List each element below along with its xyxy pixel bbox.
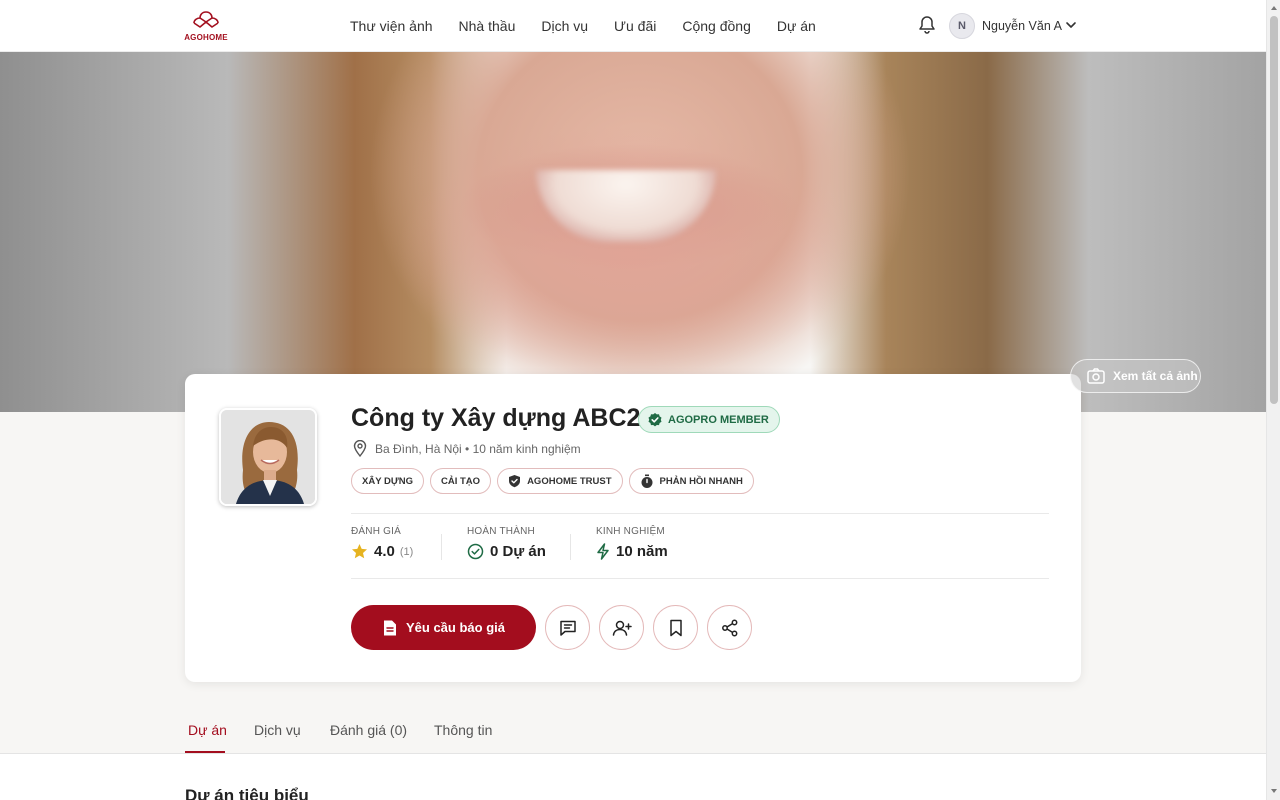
stat-rating-count: (1) — [399, 545, 414, 558]
agopro-member-badge: AGOPRO MEMBER — [638, 406, 780, 433]
tag-construction[interactable]: XÂY DỰNG — [351, 468, 424, 494]
lightning-icon — [597, 543, 609, 560]
member-badge-label: AGOPRO MEMBER — [668, 413, 769, 426]
stats-divider-bottom — [351, 578, 1049, 579]
stat-experience-value-row: 10 năm — [596, 543, 668, 560]
document-icon — [384, 620, 396, 635]
stat-completed-value: 0 Dự án — [490, 543, 546, 560]
stat-completed-value-row: 0 Dự án — [467, 543, 546, 560]
stat-rating-value: 4.0 — [374, 543, 395, 560]
featured-projects-title: Dự án tiêu biểu — [185, 786, 309, 800]
nav-item-services[interactable]: Dịch vụ — [541, 18, 588, 34]
chevron-down-icon[interactable] — [1064, 18, 1078, 32]
check-circle-icon — [467, 543, 484, 560]
notification-bell-icon[interactable] — [918, 14, 936, 34]
tag-list: XÂY DỰNG CẢI TẠO AGOHOME TRUST PHẢN HỒI … — [351, 468, 760, 494]
stat-rating-value-row: 4.0 (1) — [351, 543, 413, 560]
bookmark-icon — [669, 619, 682, 636]
stopwatch-icon — [641, 474, 653, 488]
share-button[interactable] — [707, 605, 752, 650]
stats-divider-top — [351, 513, 1049, 514]
follow-button[interactable] — [599, 605, 644, 650]
shield-check-icon — [509, 475, 521, 488]
stat-experience-value: 10 năm — [616, 543, 668, 560]
nav-item-contractors[interactable]: Nhà thầu — [459, 18, 516, 34]
message-button[interactable] — [545, 605, 590, 650]
tab-services[interactable]: Dịch vụ — [254, 722, 301, 738]
location-text: Ba Đình, Hà Nội • 10 năm kinh nghiệm — [375, 441, 581, 456]
logo-text: AGOHOME — [184, 33, 228, 42]
stat-separator — [570, 534, 571, 560]
cover-photo-detail — [536, 170, 716, 242]
stat-completed: HOÀN THÀNH 0 Dự án — [467, 526, 546, 560]
star-icon — [352, 544, 367, 559]
verified-badge-icon — [648, 412, 662, 426]
company-name: Công ty Xây dựng ABC2 — [351, 404, 641, 432]
main-nav: Thư viện ảnh Nhà thầu Dịch vụ Ưu đãi Cộn… — [350, 0, 842, 52]
stat-experience-label: KINH NGHIỆM — [596, 526, 665, 537]
scroll-up-icon[interactable] — [1269, 3, 1279, 13]
view-all-photos-label: Xem tất cả ảnh — [1113, 369, 1198, 383]
stat-completed-label: HOÀN THÀNH — [467, 526, 535, 537]
stat-rating-label: ĐÁNH GIÁ — [351, 526, 401, 537]
nav-item-community[interactable]: Cộng đồng — [682, 18, 751, 34]
tab-info[interactable]: Thông tin — [434, 722, 492, 738]
tag-fast-response[interactable]: PHẢN HỒI NHANH — [628, 468, 754, 494]
user-plus-icon — [612, 620, 632, 636]
scroll-thumb[interactable] — [1270, 16, 1278, 404]
location-info: Ba Đình, Hà Nội • 10 năm kinh nghiệm — [353, 440, 581, 457]
agohome-logo[interactable]: AGOHOME — [184, 9, 228, 43]
tag-agohome-trust[interactable]: AGOHOME TRUST — [497, 468, 623, 494]
scroll-down-icon[interactable] — [1269, 786, 1279, 796]
tag-label: PHẢN HỒI NHANH — [659, 475, 743, 487]
camera-icon — [1087, 368, 1105, 384]
tab-projects[interactable]: Dự án — [188, 722, 227, 738]
tag-renovation[interactable]: CẢI TẠO — [430, 468, 492, 494]
tag-label: XÂY DỰNG — [362, 475, 413, 487]
cover-photo[interactable] — [0, 52, 1266, 412]
bookmark-button[interactable] — [653, 605, 698, 650]
view-all-photos-button[interactable]: Xem tất cả ảnh — [1070, 359, 1201, 393]
tag-label: CẢI TẠO — [441, 475, 481, 487]
message-icon — [559, 620, 576, 636]
request-quote-button[interactable]: Yêu cầu báo giá — [351, 605, 536, 650]
user-avatar[interactable]: N — [949, 13, 975, 39]
active-tab-indicator — [185, 751, 225, 753]
tab-reviews[interactable]: Đánh giá (0) — [330, 722, 407, 738]
contractor-profile-card: Công ty Xây dựng ABC2 AGOPRO MEMBER Ba Đ… — [185, 374, 1081, 682]
tag-label: AGOHOME TRUST — [527, 475, 612, 487]
contractor-avatar[interactable] — [219, 408, 317, 506]
map-pin-icon — [353, 440, 367, 457]
profile-tabs: Dự án Dịch vụ Đánh giá (0) Thông tin — [0, 708, 1266, 754]
avatar-portrait-image — [221, 410, 315, 504]
nav-item-projects[interactable]: Dự án — [777, 18, 816, 34]
tab-content: Dự án tiêu biểu — [0, 754, 1266, 800]
stat-separator — [441, 534, 442, 560]
logo-icon — [193, 11, 219, 28]
stat-rating: ĐÁNH GIÁ 4.0 (1) — [351, 526, 413, 560]
request-quote-label: Yêu cầu báo giá — [406, 620, 505, 635]
user-name[interactable]: Nguyễn Văn A — [982, 19, 1062, 33]
share-icon — [721, 619, 737, 636]
stat-experience: KINH NGHIỆM 10 năm — [596, 526, 668, 560]
nav-item-offers[interactable]: Ưu đãi — [614, 18, 656, 34]
page-scrollbar[interactable] — [1266, 0, 1280, 800]
nav-item-gallery[interactable]: Thư viện ảnh — [350, 18, 433, 34]
top-header: AGOHOME Thư viện ảnh Nhà thầu Dịch vụ Ưu… — [0, 0, 1266, 52]
